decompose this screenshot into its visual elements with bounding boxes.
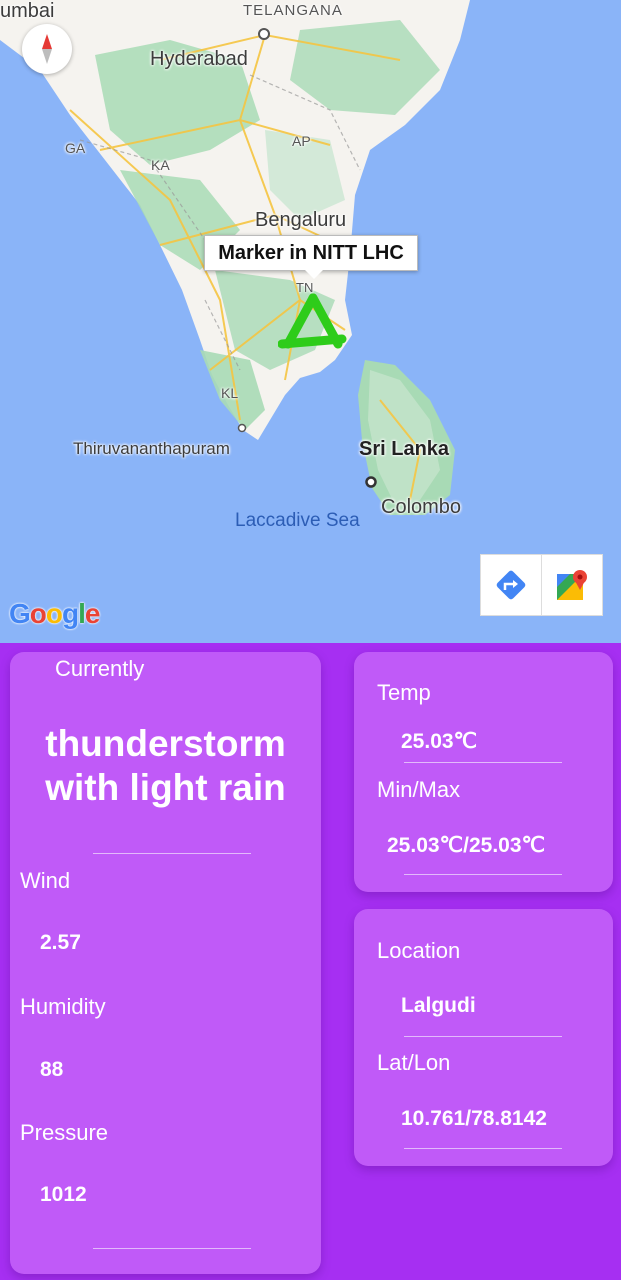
divider xyxy=(404,874,562,875)
currently-label: Currently xyxy=(55,656,145,681)
compass-icon xyxy=(42,34,52,64)
map-label-kl: KL xyxy=(221,385,239,401)
google-logo-letter: G xyxy=(9,598,31,629)
humidity-label: Humidity xyxy=(20,994,106,1019)
map-marker[interactable] xyxy=(277,292,348,357)
humidity-value: 88 xyxy=(40,1058,64,1081)
google-logo-letter: e xyxy=(84,598,101,629)
temp-label: Temp xyxy=(377,680,431,705)
map-label-ap: AP xyxy=(292,133,311,149)
map-view[interactable]: umbai TELANGANA Hyderabad GA AP KA Benga… xyxy=(0,0,621,643)
map-label-sri-lanka: Sri Lanka xyxy=(359,438,450,460)
google-logo-letter: g xyxy=(62,598,79,629)
map-label-ga: GA xyxy=(65,140,86,156)
map-label-bengaluru: Bengaluru xyxy=(255,209,347,231)
wind-label: Wind xyxy=(20,868,71,893)
divider xyxy=(93,853,251,854)
map-label-colombo: Colombo xyxy=(381,496,462,518)
map-label-laccadive-sea: Laccadive Sea xyxy=(235,510,360,531)
map-label-telangana: TELANGANA xyxy=(243,2,343,19)
directions-icon xyxy=(496,570,526,600)
wind-value: 2.57 xyxy=(40,931,81,954)
location-value: Lalgudi xyxy=(401,994,476,1017)
divider xyxy=(404,1036,562,1037)
compass-button[interactable] xyxy=(22,24,72,74)
directions-button[interactable] xyxy=(480,554,542,616)
map-label-ka: KA xyxy=(151,157,170,173)
latlon-label: Lat/Lon xyxy=(377,1050,451,1075)
open-in-maps-button[interactable] xyxy=(541,554,603,616)
map-label-thiruvananthapuram: Thiruvananthapuram xyxy=(73,439,230,458)
pressure-label: Pressure xyxy=(20,1120,109,1145)
weather-condition: thunderstorm with light rain xyxy=(45,723,286,808)
google-logo-letter: o xyxy=(29,598,47,629)
location-label: Location xyxy=(377,938,461,963)
divider xyxy=(404,762,562,763)
google-logo-letter: o xyxy=(45,598,63,629)
google-maps-icon xyxy=(557,570,587,600)
map-label-mumbai: umbai xyxy=(0,0,55,22)
google-logo-letter: l xyxy=(78,598,86,629)
pressure-value: 1012 xyxy=(40,1183,87,1206)
map-label-hyderabad: Hyderabad xyxy=(150,48,248,70)
marker-info-window[interactable]: Marker in NITT LHC xyxy=(204,235,418,279)
marker-icon xyxy=(277,293,347,349)
marker-info-text: Marker in NITT LHC xyxy=(218,241,404,264)
google-logo: Google xyxy=(9,598,101,630)
minmax-label: Min/Max xyxy=(377,777,461,802)
divider xyxy=(404,1148,562,1149)
latlon-value: 10.761/78.8142 xyxy=(401,1107,547,1130)
minmax-value: 25.03℃/25.03℃ xyxy=(387,834,546,857)
divider xyxy=(93,1248,251,1249)
temp-value: 25.03℃ xyxy=(401,730,478,753)
